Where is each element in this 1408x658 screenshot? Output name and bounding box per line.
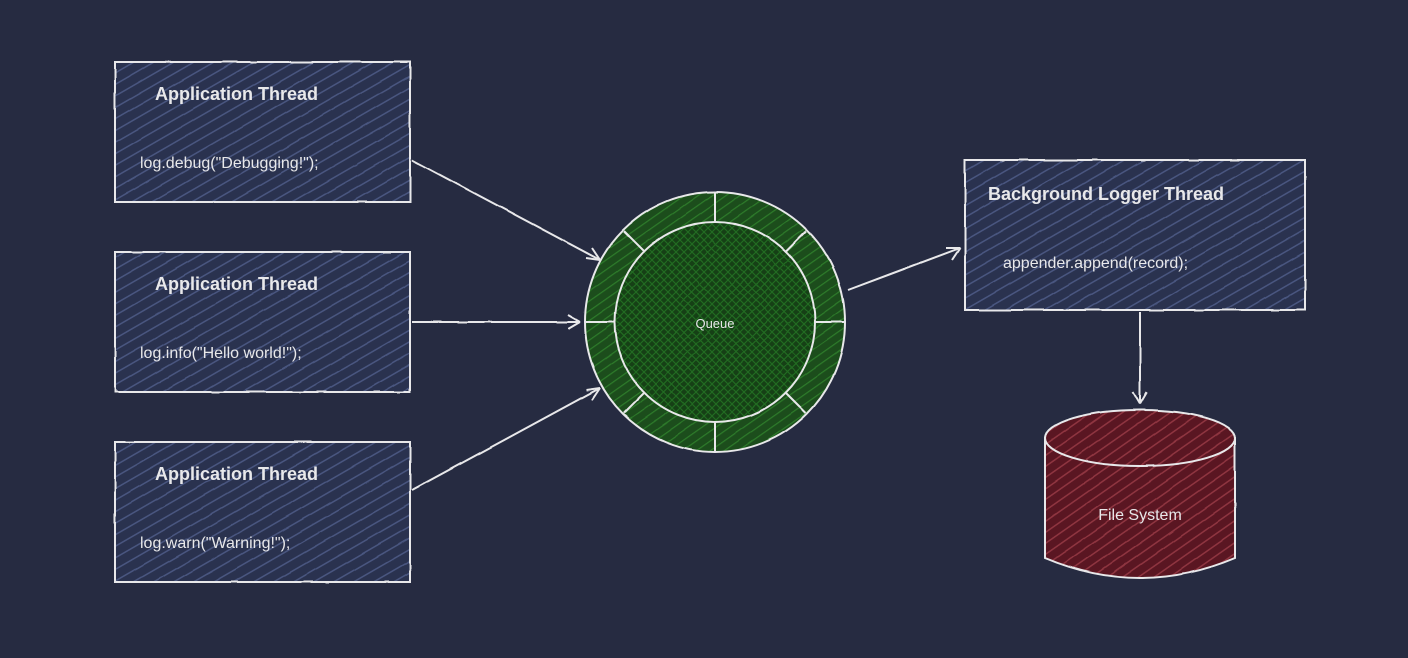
arrow-logger-to-store [1133,312,1147,404]
arrow-thread2-to-queue [412,315,580,329]
thread-2-title: Application Thread [155,274,318,294]
thread-1-title: Application Thread [155,84,318,104]
thread-1-box [115,62,410,202]
file-system-store [1045,410,1235,578]
logger-box [965,160,1305,310]
logger-code: appender.append(record); [1003,255,1188,272]
thread-3-box [115,442,410,582]
thread-2-code: log.info("Hello world!"); [140,345,302,362]
arrow-thread3-to-queue [412,388,600,490]
file-system-label: File System [1098,507,1182,524]
arrow-thread1-to-queue [412,160,600,260]
arrow-queue-to-logger [848,248,960,290]
queue-label: Queue [695,316,734,331]
thread-1-code: log.debug("Debugging!"); [140,155,319,172]
thread-2-box [115,252,410,392]
thread-3-code: log.warn("Warning!"); [140,535,290,552]
thread-3-title: Application Thread [155,464,318,484]
logger-title: Background Logger Thread [988,184,1224,204]
